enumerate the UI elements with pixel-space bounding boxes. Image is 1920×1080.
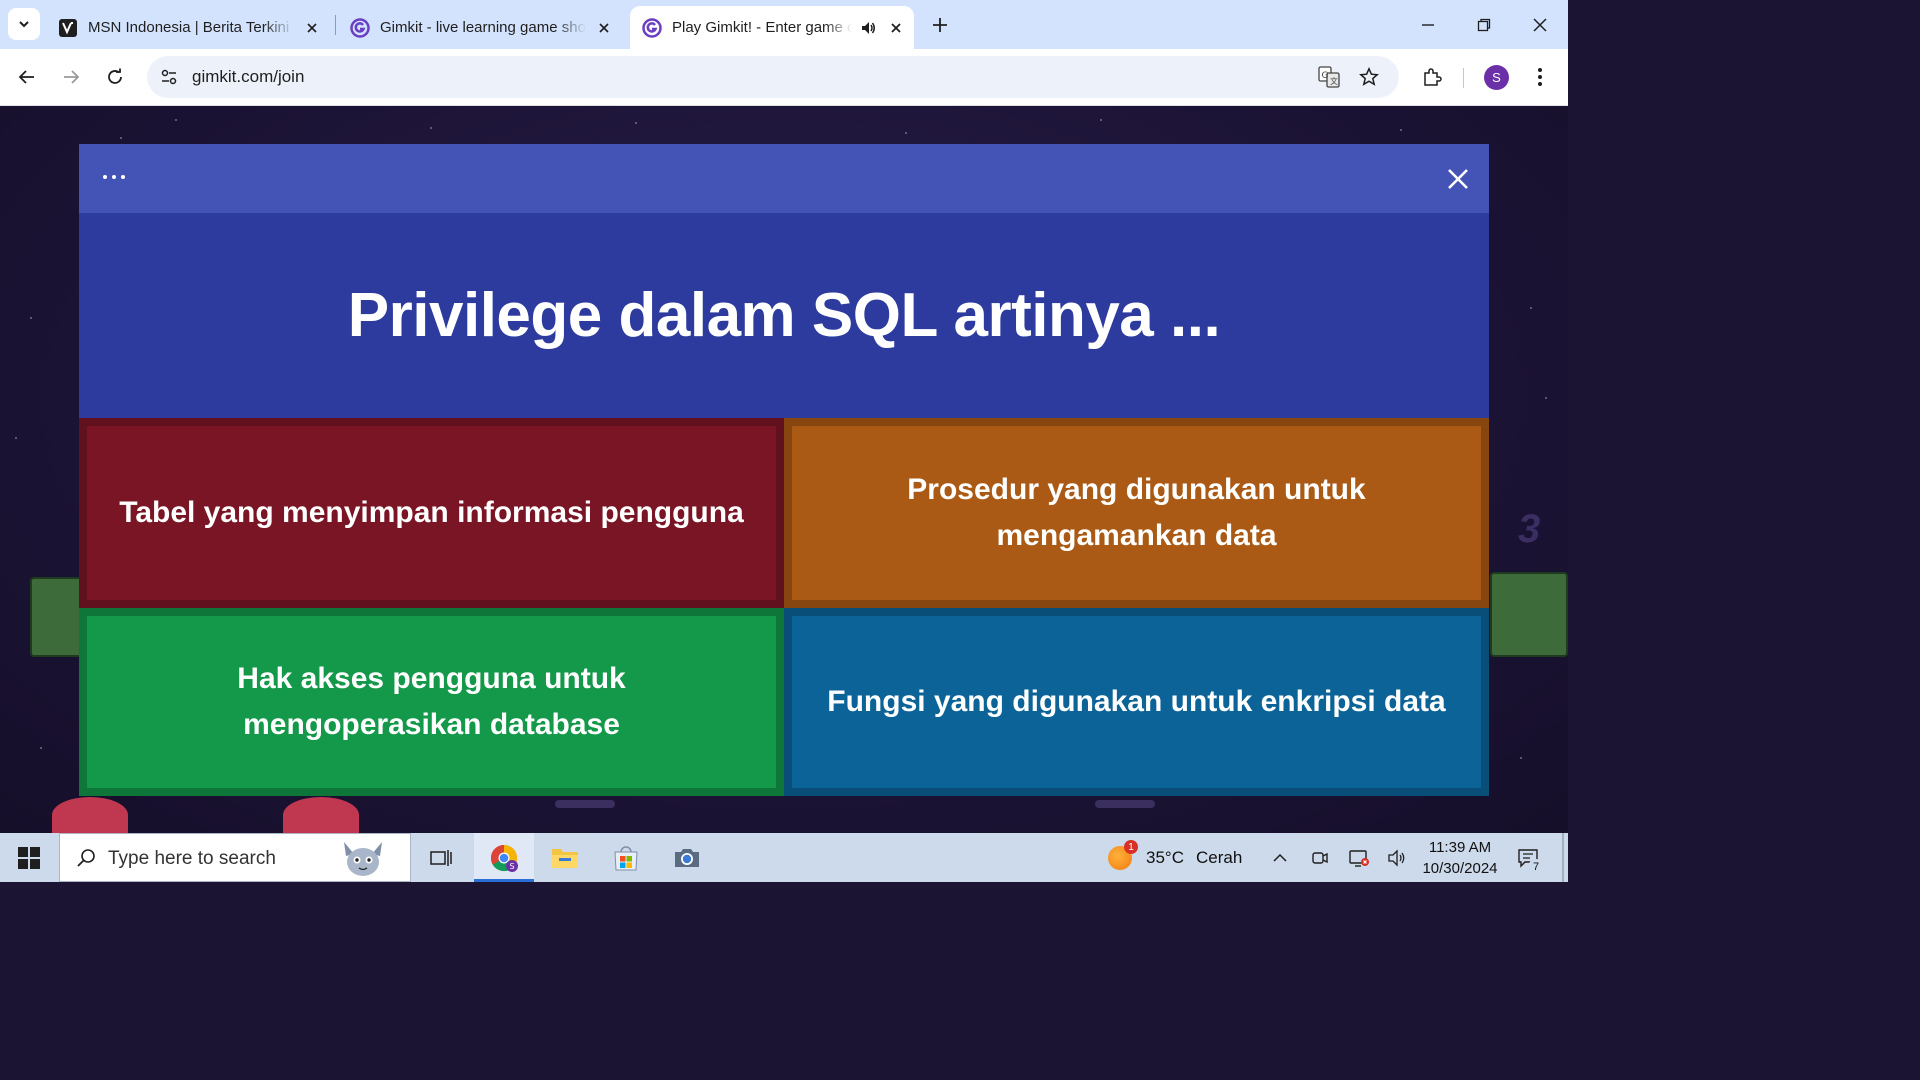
search-placeholder: Type here to search (108, 848, 276, 869)
answer-option-3[interactable]: Hak akses pengguna untuk mengoperasikan … (79, 608, 784, 796)
notification-count: 7 (1528, 859, 1544, 875)
tab-title: Play Gimkit! - Enter game code (672, 19, 852, 36)
windows-start-icon[interactable] (0, 833, 58, 882)
microsoft-store-icon[interactable] (596, 833, 656, 882)
back-icon[interactable] (11, 61, 43, 93)
star-decoration (1400, 129, 1402, 131)
star-decoration (1545, 397, 1547, 399)
minimize-icon[interactable] (1400, 0, 1456, 49)
star-decoration (30, 317, 32, 319)
volume-icon[interactable] (1384, 845, 1410, 871)
tab-msn[interactable]: MSN Indonesia | Berita Terkini Hari Ini (46, 6, 330, 49)
chevron-down-icon (19, 21, 29, 28)
tab-gimkit[interactable]: Gimkit - live learning game show (338, 6, 622, 49)
answer-option-4[interactable]: Fungsi yang digunakan untuk enkripsi dat… (784, 608, 1489, 796)
star-decoration (175, 119, 177, 121)
arrow-decoration (555, 800, 615, 808)
tab-separator (335, 15, 336, 35)
site-info-icon[interactable] (157, 65, 181, 89)
gimkit-icon (350, 17, 370, 38)
profile-avatar[interactable]: S (1484, 65, 1509, 90)
show-desktop-button[interactable] (1562, 833, 1564, 882)
star-decoration (1520, 757, 1522, 759)
forward-icon[interactable] (55, 61, 87, 93)
modal-header (79, 144, 1489, 213)
taskbar-search-box[interactable]: Type here to search (59, 833, 411, 882)
camera-icon[interactable] (657, 833, 717, 882)
sun-icon: 1 (1108, 840, 1138, 870)
star-decoration (120, 137, 122, 139)
system-clock[interactable]: 11:39 AM 10/30/2024 (1412, 837, 1508, 879)
extensions-icon[interactable] (1416, 61, 1448, 93)
meet-now-icon[interactable] (1307, 845, 1333, 871)
weather-widget[interactable]: 1 35°C Cerah (1108, 840, 1243, 873)
question-text: Privilege dalam SQL artinya ... (347, 281, 1221, 350)
star-decoration (1100, 119, 1102, 121)
star-decoration (15, 437, 17, 439)
clock-time: 11:39 AM (1428, 839, 1492, 856)
windows-taskbar: Type here to search S 1 35°C Cerah 11:39… (0, 833, 1568, 882)
close-tab-icon[interactable] (302, 18, 322, 38)
search-highlight-icon (344, 842, 382, 876)
new-tab-icon[interactable] (926, 11, 954, 39)
tab-search-button[interactable] (8, 8, 40, 40)
close-icon[interactable] (1443, 164, 1473, 194)
search-icon (74, 846, 98, 870)
menu-dots-icon[interactable] (1524, 61, 1556, 93)
svg-text:G: G (1322, 71, 1329, 81)
gimkit-icon (642, 17, 662, 38)
network-icon[interactable] (1346, 845, 1372, 871)
msn-icon (58, 18, 78, 38)
tab-play-gimkit[interactable]: Play Gimkit! - Enter game code (630, 6, 914, 49)
address-bar[interactable]: gimkit.com/join G文 (147, 56, 1399, 98)
question-modal: Privilege dalam SQL artinya ... Tabel ya… (79, 144, 1489, 796)
arrow-decoration (1095, 800, 1155, 808)
svg-text:S: S (510, 862, 515, 871)
star-decoration (40, 747, 42, 749)
close-tab-icon[interactable] (594, 18, 614, 38)
star-decoration (1530, 307, 1532, 309)
game-page: 3 Privilege dalam SQL artinya ... Tabel … (0, 107, 1568, 833)
clock-date: 10/30/2024 (1422, 860, 1498, 877)
task-view-icon[interactable] (411, 833, 471, 882)
answer-option-2[interactable]: Prosedur yang digunakan untuk mengamanka… (784, 418, 1489, 608)
svg-text:文: 文 (1330, 76, 1338, 86)
chevron-up-icon[interactable] (1267, 845, 1293, 871)
reload-icon[interactable] (99, 61, 131, 93)
weather-condition: Cerah (1195, 848, 1243, 867)
tab-title: MSN Indonesia | Berita Terkini Hari Ini (88, 19, 294, 36)
background-number: 3 (1518, 507, 1541, 551)
chrome-icon[interactable]: S (474, 833, 534, 882)
tab-title: Gimkit - live learning game show (380, 19, 586, 36)
star-decoration (430, 127, 432, 129)
toolbar-divider (1463, 68, 1464, 88)
more-options-icon[interactable] (99, 162, 129, 192)
weather-temperature: 35°C (1146, 848, 1184, 867)
bookmark-star-icon[interactable] (1357, 65, 1381, 89)
speaker-icon[interactable] (858, 18, 878, 38)
url-text[interactable]: gimkit.com/join (192, 67, 304, 87)
platform-decoration (1490, 572, 1568, 657)
character-decoration (283, 797, 359, 833)
answer-option-1[interactable]: Tabel yang menyimpan informasi pengguna (79, 418, 784, 608)
file-explorer-icon[interactable] (535, 833, 595, 882)
close-icon[interactable] (1512, 0, 1568, 49)
character-decoration (52, 797, 128, 833)
close-tab-icon[interactable] (886, 18, 906, 38)
browser-toolbar: gimkit.com/join G文 S (0, 49, 1568, 106)
tab-strip: MSN Indonesia | Berita Terkini Hari Ini … (0, 0, 1568, 49)
weather-badge: 1 (1124, 840, 1138, 854)
translate-icon[interactable]: G文 (1317, 65, 1341, 89)
star-decoration (635, 122, 637, 124)
star-decoration (905, 132, 907, 134)
restore-icon[interactable] (1456, 0, 1512, 49)
answer-grid: Tabel yang menyimpan informasi pengguna … (79, 418, 1489, 796)
